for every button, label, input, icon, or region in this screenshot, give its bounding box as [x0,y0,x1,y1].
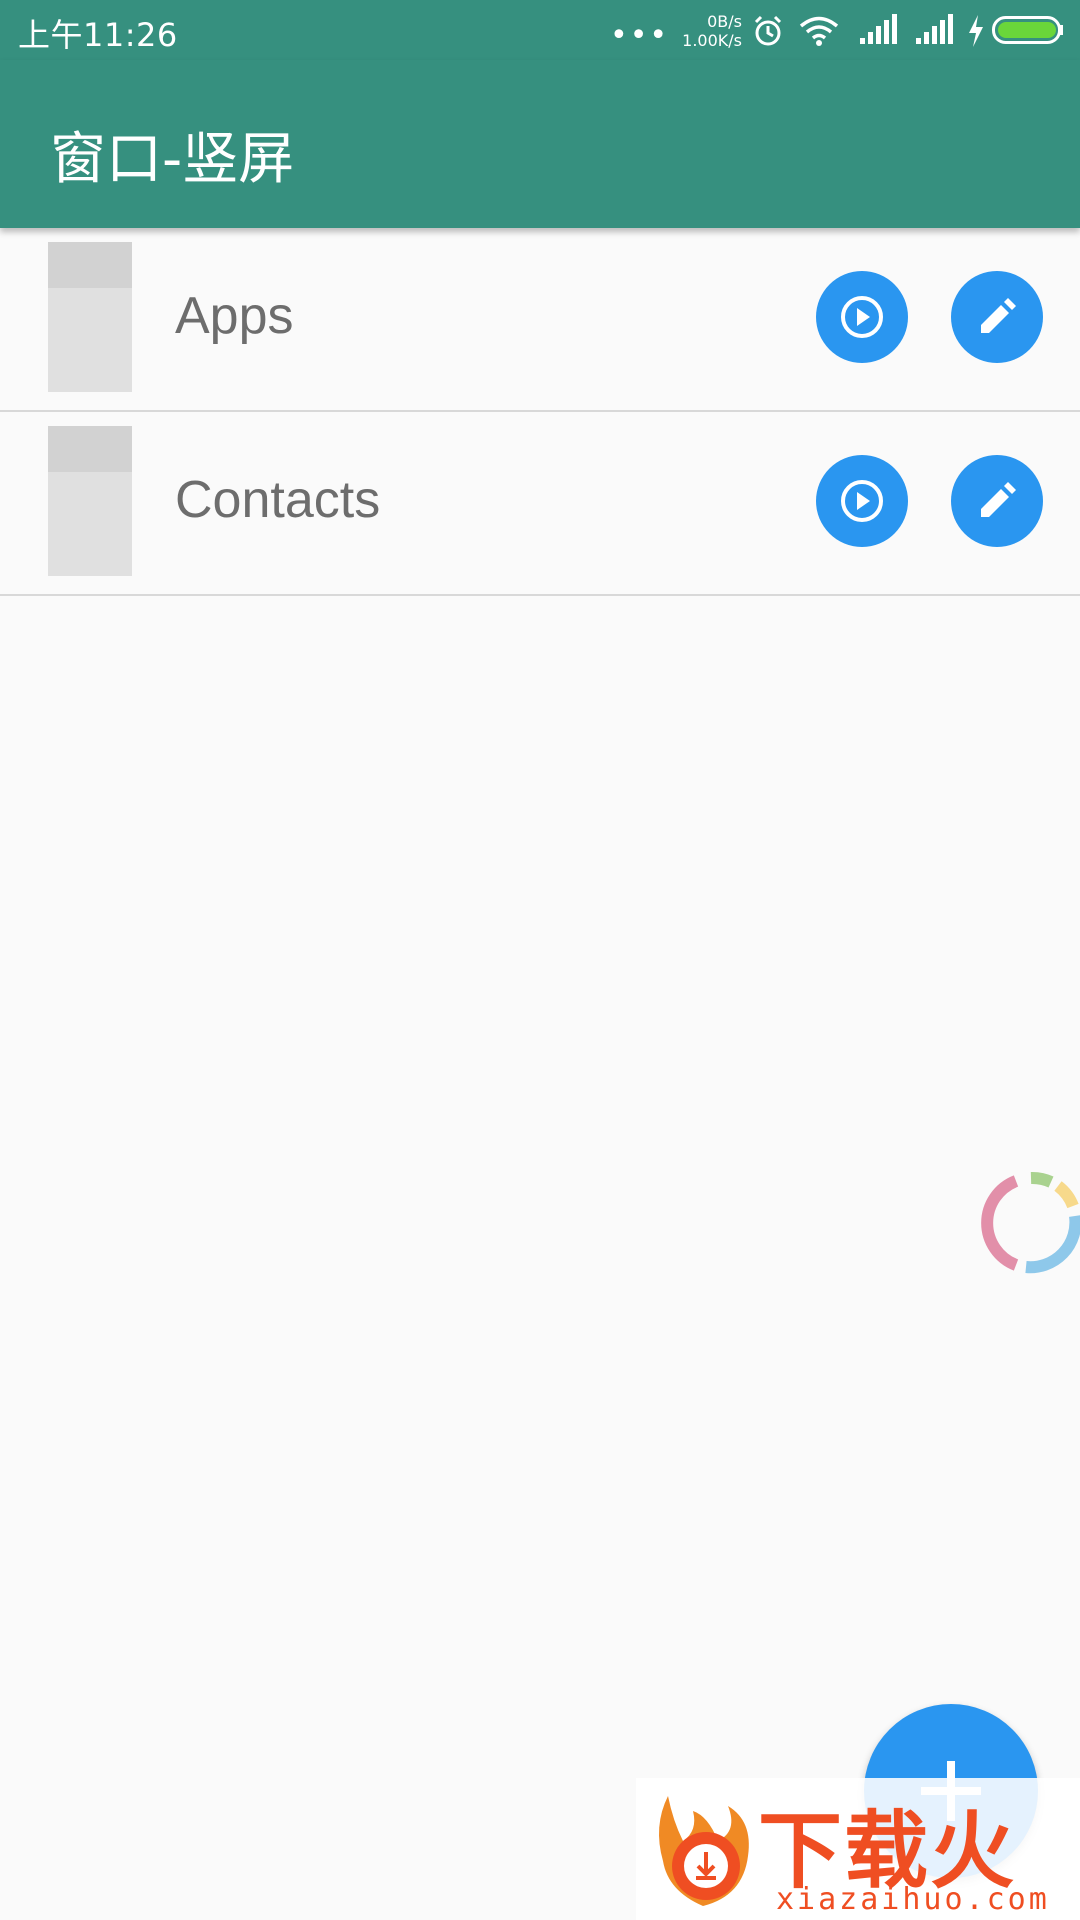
status-time: 上午11:26 [18,16,178,54]
watermark: 下载火 xiazaihuo.com [636,1778,1080,1920]
net-down-speed: 1.00K/s [682,31,742,50]
network-speed: 0B/s 1.00K/s [662,12,742,50]
play-circle-icon [841,480,883,522]
list-item[interactable]: Contacts [0,412,1080,596]
battery-icon [992,16,1063,44]
play-circle-icon [841,296,883,338]
list-item[interactable]: Apps [0,228,1080,412]
page-title: 窗口-竖屏 [50,127,295,192]
wifi-icon [799,16,839,46]
list-item-label: Contacts [175,471,381,529]
watermark-url: xiazaihuo.com [776,1882,1050,1917]
watermark-logo [659,1796,749,1906]
pencil-icon [981,482,1016,517]
window-list: Apps Contacts [0,228,1080,596]
window-thumbnail [48,426,132,576]
window-thumbnail [48,242,132,392]
charging-icon [969,15,983,47]
pencil-icon [981,298,1016,333]
signal-icon [860,14,897,44]
edit-button[interactable] [951,455,1043,547]
loading-spinner-icon [981,1172,1080,1274]
signal-icon [916,14,953,44]
play-button[interactable] [816,271,908,363]
status-bar: 上午11:26 ••• 0B/s 1.00K/s [0,0,1080,60]
app-bar: 窗口-竖屏 [0,60,1080,228]
play-button[interactable] [816,455,908,547]
list-item-label: Apps [175,287,294,345]
more-notifications-icon: ••• [610,18,670,53]
net-up-speed: 0B/s [707,12,742,31]
edit-button[interactable] [951,271,1043,363]
alarm-icon [754,15,782,46]
